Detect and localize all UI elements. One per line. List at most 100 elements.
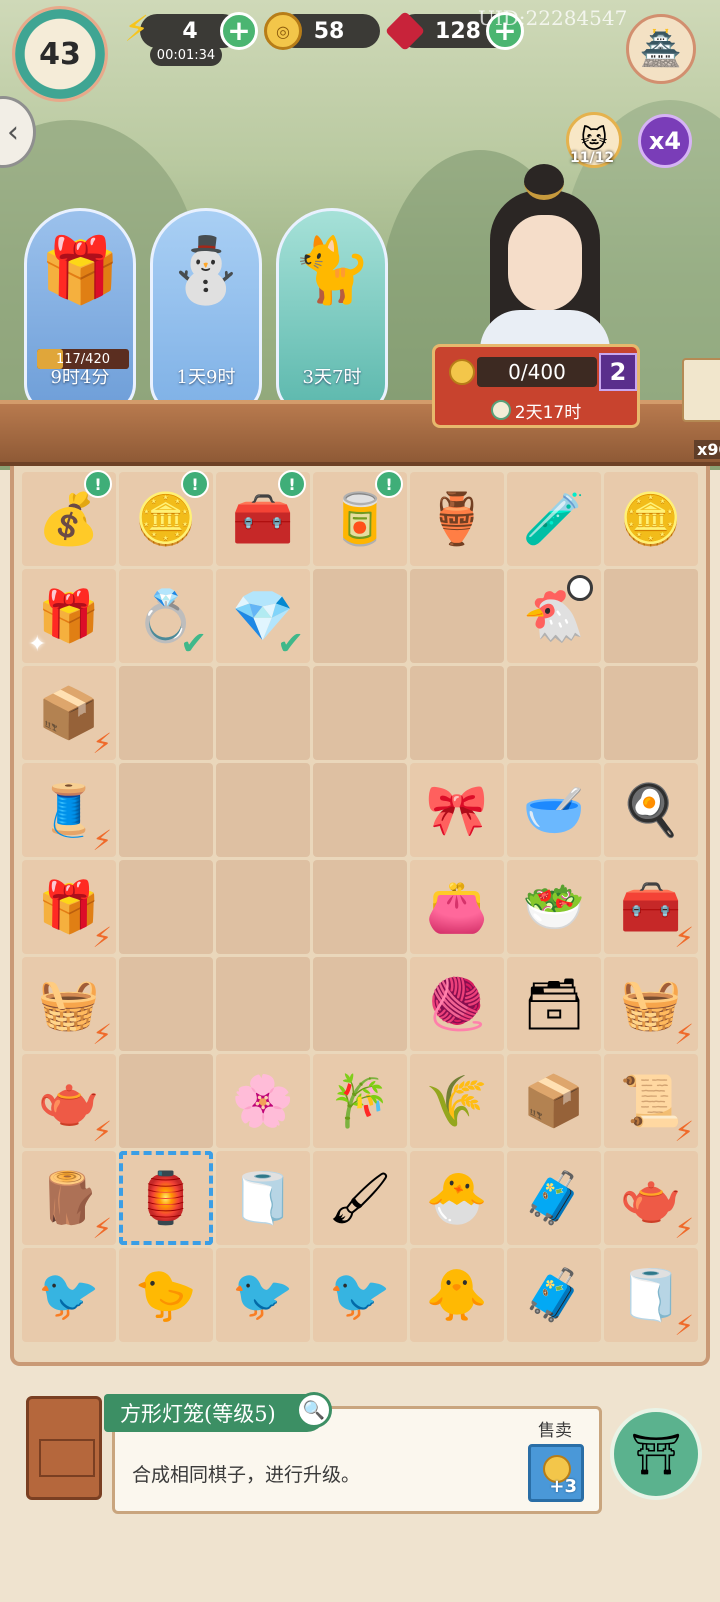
board-cell[interactable]: 🧪 (507, 472, 601, 566)
board-cell[interactable]: 🐦 (216, 1248, 310, 1342)
board-cell[interactable]: 🐤 (119, 1248, 213, 1342)
board-cell[interactable]: 🗃 (507, 957, 601, 1051)
board-cell-empty[interactable] (313, 666, 407, 760)
storage-cabinet-button[interactable] (26, 1396, 102, 1500)
user-id: UID:22284547 (478, 6, 628, 30)
character-portrait[interactable] (470, 160, 620, 370)
side-book-button[interactable] (682, 358, 720, 422)
board-cell[interactable]: 🥣 (507, 763, 601, 857)
board-cell[interactable]: 📦 (507, 1054, 601, 1148)
board-cell[interactable]: 🎀 (410, 763, 504, 857)
check-badge-icon: ✔ (180, 624, 207, 662)
pavilion-button[interactable]: ⛩ (610, 1408, 702, 1500)
board-cell[interactable]: 🧻 (216, 1151, 310, 1245)
board-cell[interactable]: 👛 (410, 860, 504, 954)
merge-item-icon: 🐣 (425, 1169, 489, 1227)
board-cell[interactable]: 🐥 (410, 1248, 504, 1342)
event-card-snow-cat[interactable]: ⛄ 1天9时 (150, 208, 262, 414)
order-task-scroll[interactable]: 0/400 2 2天17时 (432, 344, 640, 428)
add-energy-button[interactable]: + (220, 12, 258, 50)
merge-item-icon: 🗃 (522, 975, 586, 1033)
merge-item-icon: 🌾 (425, 1072, 489, 1130)
merge-item-icon: 🧪 (522, 490, 586, 548)
sell-button[interactable]: +3 (528, 1444, 584, 1502)
board-cell[interactable]: 🌾 (410, 1054, 504, 1148)
board-cell[interactable]: 🎁 ✦ (22, 569, 116, 663)
board-cell-empty[interactable] (313, 957, 407, 1051)
generator-bolt-icon: ⚡ (92, 1018, 112, 1051)
golden-pot-icon: 🏯 (639, 29, 683, 69)
board-cell[interactable]: 🧰! (216, 470, 310, 566)
board-cell-empty[interactable] (313, 763, 407, 857)
board-cell[interactable]: 🫖 ⚡ (604, 1151, 698, 1245)
shop-button[interactable]: 🏯 (626, 14, 696, 84)
board-cell-empty[interactable] (119, 763, 213, 857)
multiplier-button[interactable]: x4 (638, 114, 692, 168)
board-cell[interactable]: 🧺 ⚡ (22, 957, 116, 1051)
merge-item-icon: 🎁 (37, 878, 101, 936)
board-cell[interactable]: 🎋 (313, 1054, 407, 1148)
board-cell[interactable]: 🍳 (604, 763, 698, 857)
timer-badge-icon (567, 575, 593, 601)
board-cell[interactable]: 🐦 (313, 1248, 407, 1342)
board-cell-empty[interactable] (313, 860, 407, 954)
board-cell[interactable]: 🐔 (507, 569, 601, 663)
board-cell-empty[interactable] (410, 666, 504, 760)
event-card-hot-spring[interactable]: 🐈 3天7时 (276, 208, 388, 414)
board-cell[interactable]: 🐦 (22, 1248, 116, 1342)
board-cell[interactable]: 🧺 ⚡ (604, 957, 698, 1051)
board-cell-empty[interactable] (119, 666, 213, 760)
board-cell-empty[interactable] (216, 666, 310, 760)
board-cell[interactable]: 💰! (22, 470, 116, 566)
board-cell[interactable]: 🧵 ⚡ (22, 763, 116, 857)
board-cell[interactable]: 🪵 ⚡ (22, 1151, 116, 1245)
board-cell[interactable]: 🪙! (119, 470, 213, 566)
board-cell-empty[interactable] (119, 860, 213, 954)
board-cell[interactable]: 📦 ⚡ (22, 666, 116, 760)
board-cell[interactable]: 🥗 (507, 860, 601, 954)
merge-item-icon: 🧺 (37, 975, 101, 1033)
coin-icon: ◎ (264, 12, 302, 50)
generator-bolt-icon: ⚡ (92, 727, 112, 760)
board-cell[interactable]: 💍 ✔ (119, 569, 213, 663)
magnifier-icon[interactable]: 🔍 (296, 1392, 332, 1428)
board-cell[interactable]: 🧳 (507, 1151, 601, 1245)
board-cell[interactable]: 🧰 ⚡ (604, 860, 698, 954)
board-cell-empty[interactable] (119, 1054, 213, 1148)
board-cell-empty[interactable] (604, 666, 698, 760)
board-cell-empty[interactable] (604, 569, 698, 663)
board-cell[interactable]: 🐣 (410, 1151, 504, 1245)
board-cell[interactable]: 🪙 (604, 472, 698, 566)
board-cell-empty[interactable] (119, 957, 213, 1051)
lightning-icon: ⚡ (124, 9, 150, 50)
board-cell-empty[interactable] (216, 763, 310, 857)
board-cell[interactable]: 🥫! (313, 470, 407, 566)
board-cell[interactable]: 🖌 (313, 1151, 407, 1245)
board-cell[interactable]: 🌸 (216, 1054, 310, 1148)
board-cell[interactable]: 🎁 ⚡ (22, 860, 116, 954)
board-cell[interactable]: 📜 ⚡ (604, 1054, 698, 1148)
energy-timer: 00:01:34 (150, 44, 222, 66)
merge-item-icon: 🐦 (328, 1266, 392, 1324)
event-time: 3天7时 (302, 367, 362, 388)
coin-value: 58 (313, 18, 345, 44)
merge-item-icon: 🧰 (619, 878, 683, 936)
board-cell[interactable]: 🏺 (410, 472, 504, 566)
merge-item-icon: 💰 (37, 490, 101, 548)
board-cell[interactable]: 🧳 (507, 1248, 601, 1342)
board-cell-empty[interactable] (216, 860, 310, 954)
board-cell[interactable]: 🫖 ⚡ (22, 1054, 116, 1148)
check-badge-icon: ✔ (277, 624, 304, 662)
merge-item-icon: 👛 (425, 878, 489, 936)
board-cell-empty[interactable] (313, 569, 407, 663)
board-cell[interactable]: 💎 ✔ (216, 569, 310, 663)
merge-item-icon: 🐤 (134, 1266, 198, 1324)
board-cell[interactable]: 🧻 ⚡ (604, 1248, 698, 1342)
board-cell[interactable]: 🧶 (410, 957, 504, 1051)
board-cell[interactable]: 🏮 (119, 1151, 213, 1245)
board-cell-empty[interactable] (410, 569, 504, 663)
board-cell-empty[interactable] (507, 666, 601, 760)
board-cell-empty[interactable] (216, 957, 310, 1051)
event-card-chest[interactable]: 🎁 117/420 9时4分 (24, 208, 136, 414)
player-level-badge[interactable]: 43 (12, 6, 108, 102)
